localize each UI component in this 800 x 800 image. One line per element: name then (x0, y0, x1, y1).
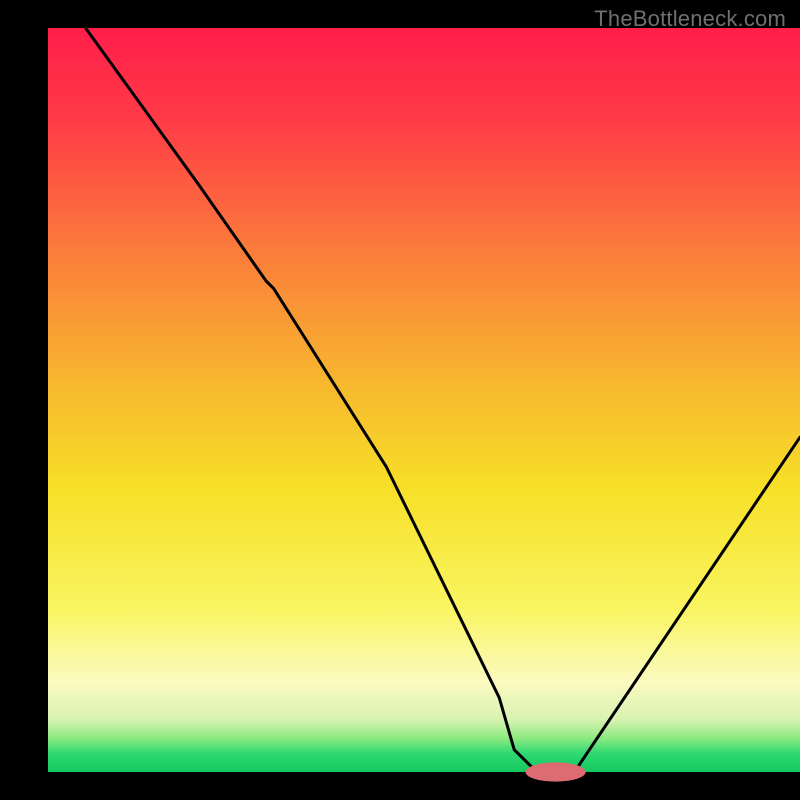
chart-frame: TheBottleneck.com (0, 0, 800, 800)
watermark-text: TheBottleneck.com (594, 6, 786, 32)
plot-background (48, 28, 800, 772)
bottleneck-chart (0, 0, 800, 800)
optimal-marker (526, 762, 586, 781)
